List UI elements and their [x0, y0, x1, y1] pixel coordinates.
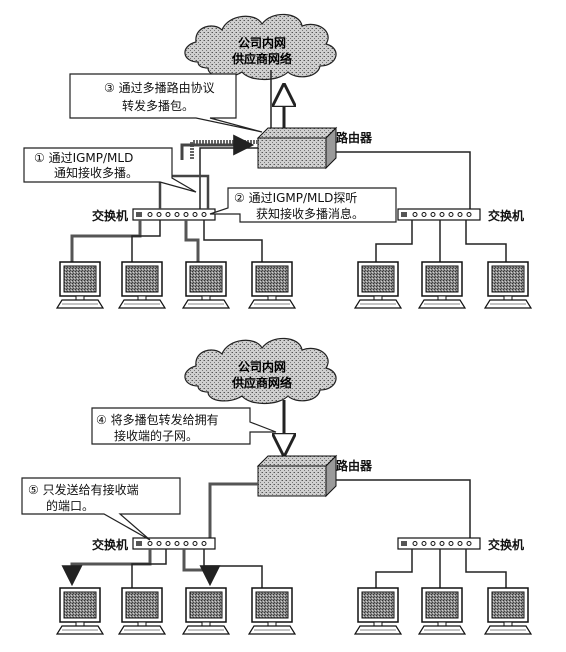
callout-4-line-1: ④ 将多播包转发给拥有: [96, 412, 219, 427]
link-pc4: [203, 220, 263, 262]
callout-1-line-2: 通知接收多播。: [54, 165, 138, 180]
computer-4: [248, 261, 296, 309]
switch-right-label-bottom: 交换机: [488, 537, 524, 552]
callout-2: ② 通过IGMP/MLD探听 获知接收多播消息。: [209, 187, 397, 223]
link-pc3: [184, 220, 200, 262]
cloud-line-2-bottom: 供应商网络: [231, 375, 292, 390]
cloud-network-bottom: 公司内网 供应商网络: [184, 337, 337, 405]
router-label-bottom: 路由器: [336, 458, 373, 473]
router-left-switch-link-bottom: [208, 482, 258, 538]
callout-2-line-1: ② 通过IGMP/MLD探听: [234, 191, 357, 205]
computer-5: [354, 261, 402, 309]
callout-2-line-2: 获知接收多播消息。: [256, 206, 364, 221]
computer-6: [418, 261, 466, 309]
router-bottom: [257, 455, 337, 497]
link-pc4-bottom: [203, 549, 263, 588]
callout-3-line-2: 转发多播包。: [122, 98, 194, 113]
computer-3-bottom: [182, 587, 230, 635]
bottom-panel: 公司内网 供应商网络 路由器 交换机 交换机 ④ 将多播包转发给拥有 接收端的子…: [21, 337, 532, 635]
callout-1-line-1: ① 通过IGMP/MLD: [34, 151, 133, 165]
switch-right-bottom: [397, 537, 481, 550]
callout-3: ③ 通过多播路由协议 转发多播包。: [69, 73, 263, 133]
computer-4-bottom: [248, 587, 296, 635]
computer-7-bottom: [484, 587, 532, 635]
computer-5-bottom: [354, 587, 402, 635]
callout-4-line-2: 接收端的子网。: [114, 428, 198, 443]
cloud-line-1-bottom: 公司内网: [238, 359, 286, 374]
link-pc7: [465, 220, 507, 262]
computer-3: [182, 261, 230, 309]
multicast-diagram: 公司内网 供应商网络 路由器 交换机 交换机 ③ 通过多播路由协议 转发多播包。…: [21, 13, 532, 635]
callout-4: ④ 将多播包转发给拥有 接收端的子网。: [91, 407, 277, 445]
computer-6-bottom: [418, 587, 466, 635]
router: [257, 127, 337, 169]
link-pc2: [131, 220, 161, 262]
switch-left-bottom: [132, 537, 216, 550]
switch-left-label-bottom: 交换机: [92, 537, 128, 552]
callout-5: ⑤ 只发送给有接收端 的端口。: [21, 477, 181, 541]
computer-1-bottom: [56, 587, 104, 635]
computer-2-bottom: [118, 587, 166, 635]
link-pc1: [70, 220, 142, 262]
computer-7: [484, 261, 532, 309]
switch-left-label: 交换机: [92, 208, 128, 223]
link-pc7-bottom: [465, 549, 507, 588]
cloud-line-2: 供应商网络: [231, 51, 292, 66]
cloud-line-1: 公司内网: [238, 35, 286, 50]
computer-2: [118, 261, 166, 309]
callout-3-line-1: ③ 通过多播路由协议: [104, 80, 215, 95]
computer-1: [56, 261, 104, 309]
callout-5-line-2: 的端口。: [46, 498, 94, 513]
switch-right-label: 交换机: [488, 208, 524, 223]
switch-right: [397, 208, 481, 221]
top-panel: 公司内网 供应商网络 路由器 交换机 交换机 ③ 通过多播路由协议 转发多播包。…: [23, 13, 532, 309]
deliver-pc1: [61, 549, 152, 587]
link-pc5-bottom: [375, 549, 413, 588]
switch-left: [132, 208, 216, 221]
router-label: 路由器: [336, 130, 373, 145]
cloud-network: 公司内网 供应商网络: [184, 13, 337, 81]
callout-1: ① 通过IGMP/MLD 通知接收多播。: [23, 147, 197, 193]
callout-5-line-1: ⑤ 只发送给有接收端: [28, 482, 139, 497]
link-pc5: [375, 220, 413, 262]
router-right-switch-link-bottom: [336, 479, 471, 538]
